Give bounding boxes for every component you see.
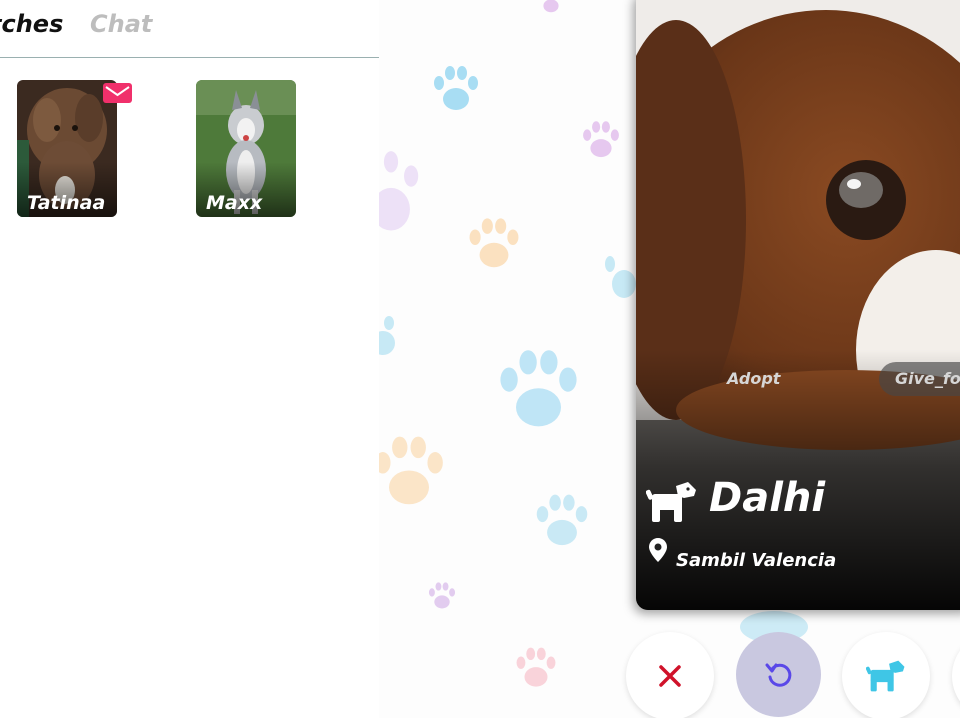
- undo-button[interactable]: [736, 632, 821, 717]
- pet-location: Sambil Valencia: [676, 550, 837, 571]
- paw-print-icon: [428, 582, 456, 609]
- matches-panel: tches Chat Tatinaa: [0, 0, 379, 718]
- reject-button[interactable]: [626, 632, 714, 718]
- match-card-tatinaa[interactable]: Tatinaa: [17, 80, 117, 217]
- paw-print-icon: [379, 151, 419, 231]
- more-button[interactable]: [952, 632, 960, 718]
- paw-print-icon: [536, 494, 588, 546]
- dog-icon: [866, 660, 905, 692]
- swipe-area: Adopt Give_for Dalhi Sambil Valencia: [379, 0, 960, 718]
- dog-icon: [646, 482, 696, 522]
- mail-icon: [103, 83, 132, 103]
- tag-give-for: Give_for: [879, 362, 960, 396]
- match-name: Tatinaa: [27, 192, 106, 214]
- pet-name: Dalhi: [709, 475, 826, 521]
- match-name: Maxx: [206, 192, 263, 214]
- paw-print-icon: [469, 218, 519, 268]
- undo-icon: [765, 663, 791, 687]
- paw-print-icon: [500, 350, 577, 427]
- tag-adopt: Adopt: [727, 369, 781, 388]
- match-card-maxx[interactable]: Maxx: [196, 80, 296, 217]
- profile-card[interactable]: Adopt Give_for Dalhi Sambil Valencia: [636, 0, 960, 610]
- paw-print-icon: [379, 436, 443, 505]
- location-pin-icon: [649, 538, 667, 562]
- like-button[interactable]: [842, 632, 930, 718]
- paw-print-icon: [543, 0, 559, 13]
- close-icon: [659, 665, 681, 687]
- tab-bar: tches Chat: [0, 0, 379, 58]
- paw-print-icon: [379, 316, 395, 355]
- paw-print-icon: [516, 647, 556, 687]
- paw-print-icon: [434, 66, 478, 110]
- tab-chat[interactable]: Chat: [90, 10, 152, 38]
- paw-print-icon: [605, 256, 636, 298]
- tab-matches[interactable]: tches: [0, 10, 63, 38]
- paw-print-icon: [583, 121, 619, 158]
